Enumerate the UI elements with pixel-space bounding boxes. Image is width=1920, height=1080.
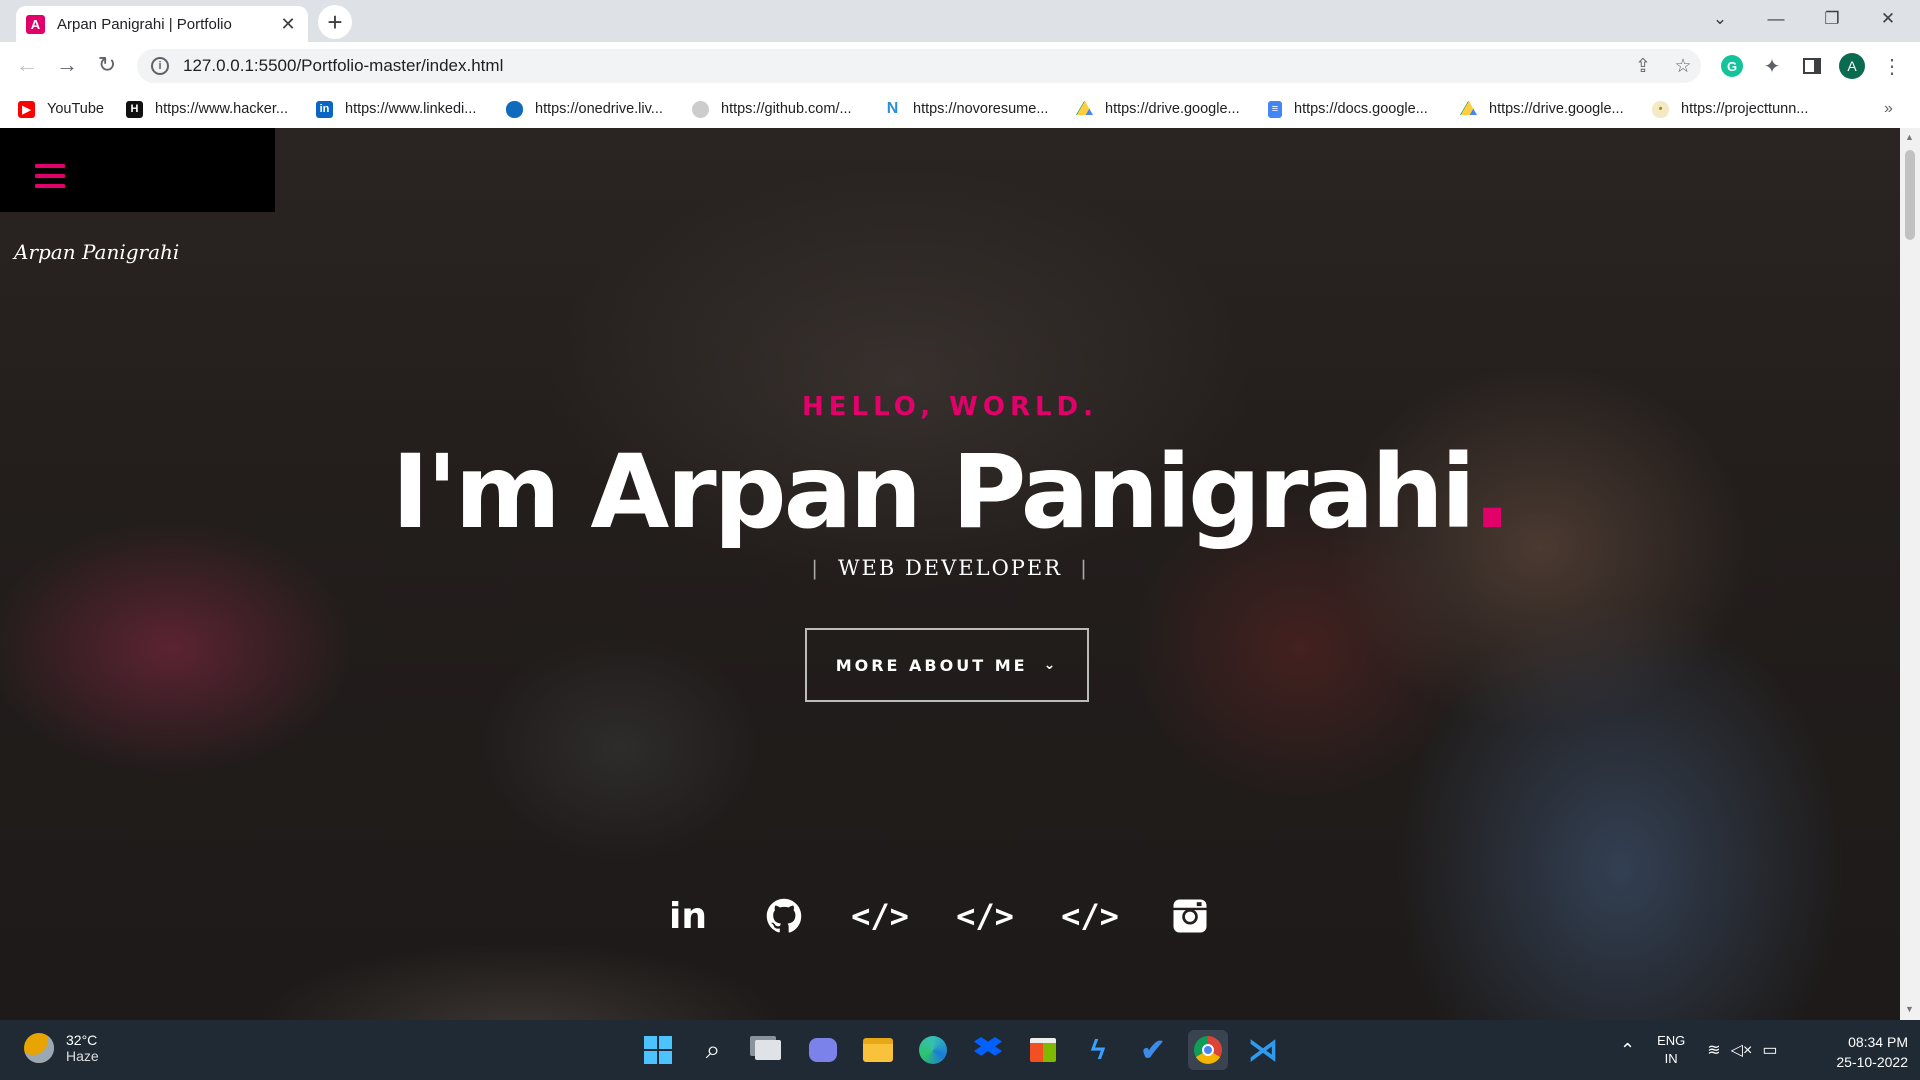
bookmark-novoresume[interactable]: Nhttps://novoresume...: [884, 96, 1048, 122]
side-panel-icon[interactable]: [1797, 51, 1827, 81]
hamburger-menu-icon[interactable]: [35, 164, 65, 188]
scrollbar-thumb[interactable]: [1905, 150, 1915, 240]
address-bar[interactable]: i 127.0.0.1:5500/Portfolio-master/index.…: [137, 49, 1701, 83]
google-drive-icon: [1076, 100, 1093, 115]
novoresume-icon: N: [884, 100, 901, 118]
reload-icon[interactable]: ↻: [90, 48, 124, 82]
linkedin-icon[interactable]: in: [660, 888, 716, 944]
dropbox-icon[interactable]: [968, 1030, 1008, 1070]
weather-condition: Haze: [66, 1048, 99, 1064]
todo-icon[interactable]: ✔: [1133, 1030, 1173, 1070]
code-icon[interactable]: </>: [851, 888, 909, 944]
browser-chrome: A Arpan Panigrahi | Portfolio ✕ + ⌄ — ❐ …: [0, 0, 1920, 128]
hero-role: | WEB DEVELOPER |: [811, 556, 1089, 580]
social-links: in </> </> </>: [660, 888, 1260, 944]
battery-icon[interactable]: ▭: [1762, 1040, 1777, 1060]
onedrive-icon: [506, 100, 523, 118]
back-icon[interactable]: ←: [10, 48, 44, 82]
hero-name-dot: .: [1472, 433, 1512, 552]
haze-icon: [24, 1033, 54, 1063]
minimize-button[interactable]: —: [1748, 0, 1804, 38]
language-indicator[interactable]: ENG IN: [1657, 1032, 1685, 1068]
edge-icon[interactable]: [913, 1030, 953, 1070]
share-icon[interactable]: ⇪: [1628, 51, 1658, 81]
google-docs-icon: ≡: [1268, 100, 1282, 118]
start-icon[interactable]: [638, 1030, 678, 1070]
tab-search-icon[interactable]: ⌄: [1692, 0, 1748, 38]
task-view-icon[interactable]: [748, 1030, 788, 1070]
bulb-icon: •: [1652, 100, 1669, 118]
close-tab-icon[interactable]: ✕: [278, 14, 298, 35]
system-tray: ⌃ ENG IN ≋ ◁× ▭: [1620, 1030, 1777, 1070]
url-text: 127.0.0.1:5500/Portfolio-master/index.ht…: [183, 56, 504, 75]
chevron-up-icon[interactable]: ⌃: [1620, 1040, 1635, 1061]
weather-widget[interactable]: 32°C Haze: [24, 1032, 99, 1064]
file-explorer-icon[interactable]: [858, 1030, 898, 1070]
hello-greeting: HELLO, WORLD.: [801, 392, 1099, 422]
grammarly-icon[interactable]: G: [1717, 51, 1747, 81]
wifi-icon[interactable]: ≋: [1707, 1040, 1720, 1060]
code-icon[interactable]: </>: [1061, 888, 1119, 944]
bookmark-hackerrank[interactable]: Hhttps://www.hacker...: [126, 96, 288, 122]
linkedin-icon: in: [316, 100, 333, 118]
forward-icon[interactable]: →: [50, 48, 84, 82]
chevron-down-icon: ⌄: [1043, 657, 1059, 673]
tab-title: Arpan Panigrahi | Portfolio: [57, 15, 232, 33]
close-window-button[interactable]: ✕: [1860, 0, 1916, 38]
clock[interactable]: 08:34 PM 25-10-2022: [1810, 1032, 1908, 1072]
hero-name-text: I'm Arpan Panigrahi: [391, 433, 1475, 552]
bookmark-linkedin[interactable]: in https://www.linkedi...: [316, 96, 476, 122]
profile-avatar[interactable]: A: [1837, 51, 1867, 81]
hero-name: I'm Arpan Panigrahi.: [0, 433, 1900, 552]
scroll-up-icon[interactable]: ▲: [1905, 132, 1914, 142]
bookmark-github[interactable]: https://github.com/...: [692, 96, 852, 122]
menu-toggle-block[interactable]: [0, 128, 275, 212]
vscode-icon[interactable]: ⋊: [1243, 1030, 1283, 1070]
more-bookmarks-icon[interactable]: »: [1884, 96, 1893, 122]
favicon-icon: A: [26, 14, 45, 34]
google-drive-icon: [1460, 100, 1477, 115]
menu-icon[interactable]: ⋮: [1877, 51, 1907, 81]
more-about-me-button[interactable]: MORE ABOUT ME ⌄: [805, 628, 1089, 702]
tab-portfolio[interactable]: A Arpan Panigrahi | Portfolio ✕: [16, 6, 308, 42]
more-about-me-label: MORE ABOUT ME: [835, 655, 1028, 675]
site-info-icon[interactable]: i: [151, 57, 169, 75]
role-text: WEB DEVELOPER: [837, 556, 1063, 580]
microsoft-store-icon[interactable]: [1023, 1030, 1063, 1070]
bookmark-projecttunnel[interactable]: • https://projecttunn...: [1652, 96, 1808, 122]
search-icon[interactable]: ⌕: [693, 1030, 733, 1070]
github-icon: [692, 100, 709, 118]
bookmark-onedrive[interactable]: https://onedrive.liv...: [506, 96, 663, 122]
site-brand[interactable]: Arpan Panigrahi: [14, 240, 179, 264]
bookmark-drive-1[interactable]: https://drive.google...: [1076, 96, 1240, 122]
bookmark-drive-2[interactable]: https://drive.google...: [1460, 96, 1624, 122]
scroll-down-icon[interactable]: ▼: [1905, 1004, 1914, 1014]
youtube-icon: ▶: [18, 100, 35, 118]
tab-strip: A Arpan Panigrahi | Portfolio ✕ + ⌄ — ❐ …: [0, 0, 1920, 42]
page-scrollbar[interactable]: ▲ ▼: [1900, 128, 1920, 1020]
restore-button[interactable]: ❐: [1804, 0, 1860, 38]
bookmark-youtube[interactable]: ▶ YouTube: [18, 96, 104, 122]
bookmark-docs[interactable]: ≡ https://docs.google...: [1268, 96, 1428, 122]
extensions-icon[interactable]: ✦: [1757, 51, 1787, 81]
power-automate-icon[interactable]: ϟ: [1078, 1030, 1118, 1070]
chrome-icon[interactable]: [1188, 1030, 1228, 1070]
volume-muted-icon[interactable]: ◁×: [1731, 1040, 1753, 1060]
new-tab-button[interactable]: +: [318, 5, 352, 39]
code-icon[interactable]: </>: [956, 888, 1014, 944]
teams-chat-icon[interactable]: [803, 1030, 843, 1070]
bookmark-star-icon[interactable]: ☆: [1668, 51, 1698, 81]
temperature: 32°C: [66, 1032, 98, 1048]
hackerrank-icon: H: [126, 100, 143, 118]
portfolio-hero: Arpan Panigrahi HELLO, WORLD. I'm Arpan …: [0, 128, 1900, 1020]
github-icon[interactable]: [756, 888, 812, 944]
instagram-icon[interactable]: [1162, 888, 1218, 944]
